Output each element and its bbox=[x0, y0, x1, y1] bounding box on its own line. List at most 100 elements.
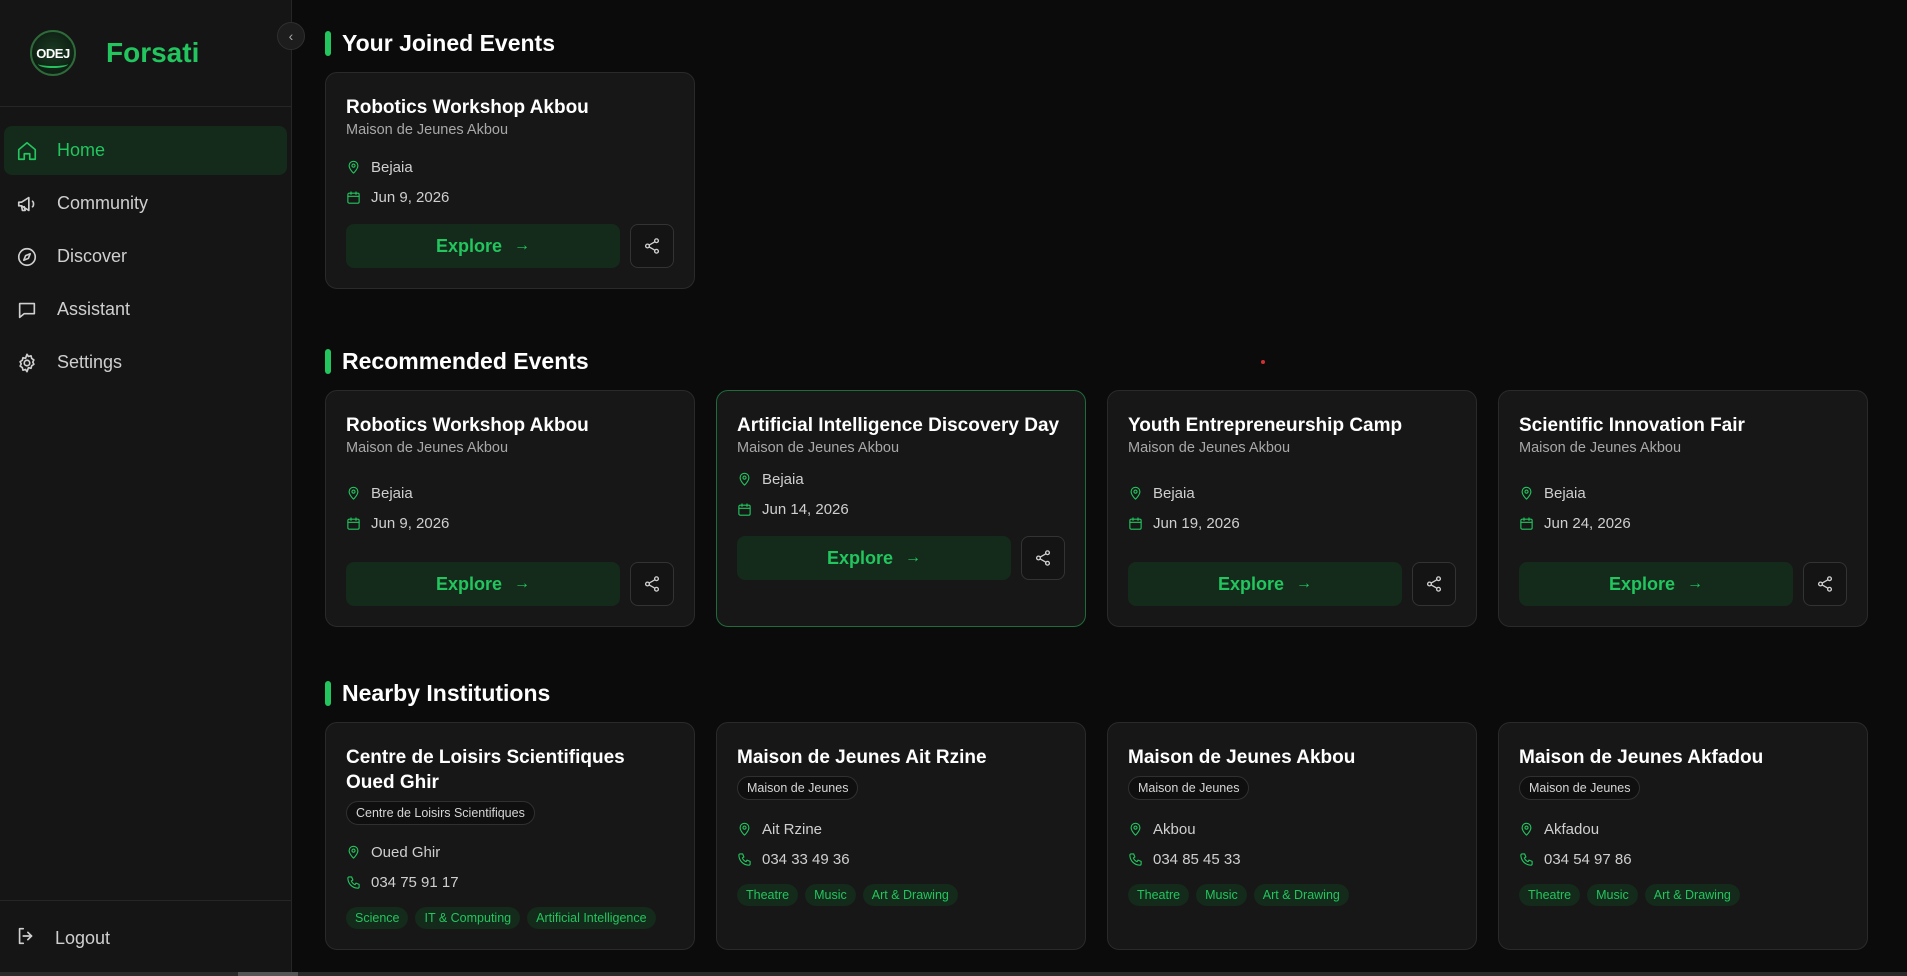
tag-pill: Theatre bbox=[1128, 884, 1190, 906]
phone-icon bbox=[1520, 852, 1533, 866]
institution-tags: Theatre Music Art & Drawing bbox=[737, 884, 1065, 906]
collapse-sidebar-button[interactable]: ‹ bbox=[277, 22, 305, 50]
institution-phone-text: 034 33 49 36 bbox=[762, 850, 850, 868]
calendar-icon bbox=[1129, 516, 1142, 530]
share-button[interactable] bbox=[1021, 536, 1065, 580]
section-title-text: Nearby Institutions bbox=[342, 679, 551, 706]
institution-phone-text: 034 54 97 86 bbox=[1544, 850, 1632, 868]
recommended-events-row: Robotics Workshop Akbou Maison de Jeunes… bbox=[325, 390, 1907, 627]
institution-location-text: Oued Ghir bbox=[371, 843, 441, 861]
event-location-text: Bejaia bbox=[762, 470, 804, 488]
institution-phone: 034 54 97 86 bbox=[1519, 844, 1847, 874]
share-button[interactable] bbox=[630, 224, 674, 268]
share-icon bbox=[644, 576, 660, 592]
institution-tags: Theatre Music Art & Drawing bbox=[1128, 884, 1456, 906]
event-date-text: Jun 9, 2026 bbox=[371, 514, 450, 532]
calendar-icon bbox=[1520, 516, 1533, 530]
logout-button[interactable]: Logout bbox=[0, 900, 291, 976]
institution-card[interactable]: Centre de Loisirs Scientifiques Oued Ghi… bbox=[325, 722, 695, 950]
event-date: Jun 19, 2026 bbox=[1128, 508, 1456, 538]
tag-pill: Music bbox=[1587, 884, 1638, 906]
tag-pill: Theatre bbox=[1519, 884, 1581, 906]
tag-pill: Theatre bbox=[737, 884, 799, 906]
event-card: Artificial Intelligence Discovery Day Ma… bbox=[716, 390, 1086, 627]
arrow-right-icon: → bbox=[1687, 575, 1704, 592]
event-date-text: Jun 19, 2026 bbox=[1153, 514, 1240, 532]
section-accent-bar bbox=[325, 348, 331, 374]
share-icon bbox=[644, 238, 660, 254]
scrollbar-thumb[interactable] bbox=[238, 972, 298, 976]
section-title-text: Recommended Events bbox=[342, 347, 589, 374]
institution-card[interactable]: Maison de Jeunes Ait Rzine Maison de Jeu… bbox=[716, 722, 1086, 950]
share-button[interactable] bbox=[1803, 562, 1847, 606]
institution-type-badge: Centre de Loisirs Scientifiques bbox=[346, 801, 535, 825]
explore-button[interactable]: Explore → bbox=[1519, 562, 1793, 606]
event-location: Bejaia bbox=[346, 152, 674, 182]
explore-label: Explore bbox=[1217, 573, 1285, 594]
institution-name: Maison de Jeunes Ait Rzine bbox=[737, 747, 987, 768]
sidebar-item-community[interactable]: Community bbox=[4, 179, 287, 228]
gear-icon bbox=[15, 351, 39, 375]
event-date-text: Jun 24, 2026 bbox=[1544, 514, 1631, 532]
odej-logo[interactable]: ODEJ bbox=[30, 30, 76, 76]
megaphone-icon bbox=[15, 192, 39, 216]
institution-phone: 034 33 49 36 bbox=[737, 844, 1065, 874]
institution-name: Maison de Jeunes Akbou bbox=[1128, 747, 1356, 768]
section-title-text: Your Joined Events bbox=[342, 29, 556, 56]
sidebar-item-assistant[interactable]: Assistant bbox=[4, 285, 287, 334]
recommended-events-heading: Recommended Events bbox=[325, 346, 1907, 376]
institution-tags: Theatre Music Art & Drawing bbox=[1519, 884, 1847, 906]
tag-pill: Music bbox=[805, 884, 856, 906]
map-pin-icon bbox=[739, 472, 750, 486]
explore-button[interactable]: Explore → bbox=[1128, 562, 1402, 606]
institution-card[interactable]: Maison de Jeunes Akfadou Maison de Jeune… bbox=[1498, 722, 1868, 950]
institution-type-badge: Maison de Jeunes bbox=[1519, 776, 1641, 800]
tag-pill: Art & Drawing bbox=[862, 884, 958, 906]
explore-button[interactable]: Explore → bbox=[346, 224, 620, 268]
brand-name[interactable]: Forsati bbox=[106, 37, 199, 69]
event-card: Robotics Workshop Akbou Maison de Jeunes… bbox=[325, 72, 695, 289]
app-root: ODEJ Forsati ‹ Home Community Discover A… bbox=[0, 0, 1907, 976]
event-location: Bejaia bbox=[346, 478, 674, 508]
event-date: Jun 9, 2026 bbox=[346, 508, 674, 538]
event-location: Bejaia bbox=[1519, 478, 1847, 508]
institution-phone-text: 034 85 45 33 bbox=[1153, 850, 1241, 868]
sidebar-item-discover[interactable]: Discover bbox=[4, 232, 287, 281]
event-venue: Maison de Jeunes Akbou bbox=[1519, 440, 1682, 456]
compass-icon bbox=[15, 245, 39, 269]
calendar-icon bbox=[347, 190, 360, 204]
event-title: Youth Entrepreneurship Camp bbox=[1128, 415, 1403, 436]
tag-pill: Science bbox=[346, 907, 409, 929]
sidebar-item-home[interactable]: Home bbox=[4, 126, 287, 175]
event-location-text: Bejaia bbox=[371, 158, 413, 176]
event-title: Robotics Workshop Akbou bbox=[346, 97, 589, 118]
share-icon bbox=[1426, 576, 1442, 592]
explore-button[interactable]: Explore → bbox=[346, 562, 620, 606]
calendar-icon bbox=[738, 502, 751, 516]
institution-location: Ait Rzine bbox=[737, 814, 1065, 844]
explore-label: Explore bbox=[826, 547, 894, 568]
institution-type-badge: Maison de Jeunes bbox=[1128, 776, 1250, 800]
map-pin-icon bbox=[1130, 822, 1141, 836]
tag-pill: IT & Computing bbox=[415, 907, 521, 929]
explore-button[interactable]: Explore → bbox=[737, 536, 1011, 580]
institution-tags: Science IT & Computing Artificial Intell… bbox=[346, 907, 674, 929]
event-date-text: Jun 14, 2026 bbox=[762, 500, 849, 518]
institution-location: Oued Ghir bbox=[346, 837, 674, 867]
event-venue: Maison de Jeunes Akbou bbox=[346, 122, 509, 138]
sidebar-item-label: Discover bbox=[57, 246, 128, 266]
institution-card[interactable]: Maison de Jeunes Akbou Maison de Jeunes … bbox=[1107, 722, 1477, 950]
share-button[interactable] bbox=[1412, 562, 1456, 606]
joined-events-row: Robotics Workshop Akbou Maison de Jeunes… bbox=[325, 72, 1907, 289]
section-accent-bar bbox=[325, 680, 331, 706]
tag-pill: Art & Drawing bbox=[1253, 884, 1349, 906]
event-venue: Maison de Jeunes Akbou bbox=[1128, 440, 1291, 456]
sidebar-item-settings[interactable]: Settings bbox=[4, 338, 287, 387]
sidebar-nav: Home Community Discover Assistant Settin… bbox=[0, 107, 291, 387]
explore-label: Explore bbox=[435, 235, 503, 256]
phone-icon bbox=[1129, 852, 1142, 866]
cursor-dot bbox=[1261, 360, 1265, 364]
logout-icon bbox=[15, 925, 55, 952]
map-pin-icon bbox=[1521, 822, 1532, 836]
share-button[interactable] bbox=[630, 562, 674, 606]
